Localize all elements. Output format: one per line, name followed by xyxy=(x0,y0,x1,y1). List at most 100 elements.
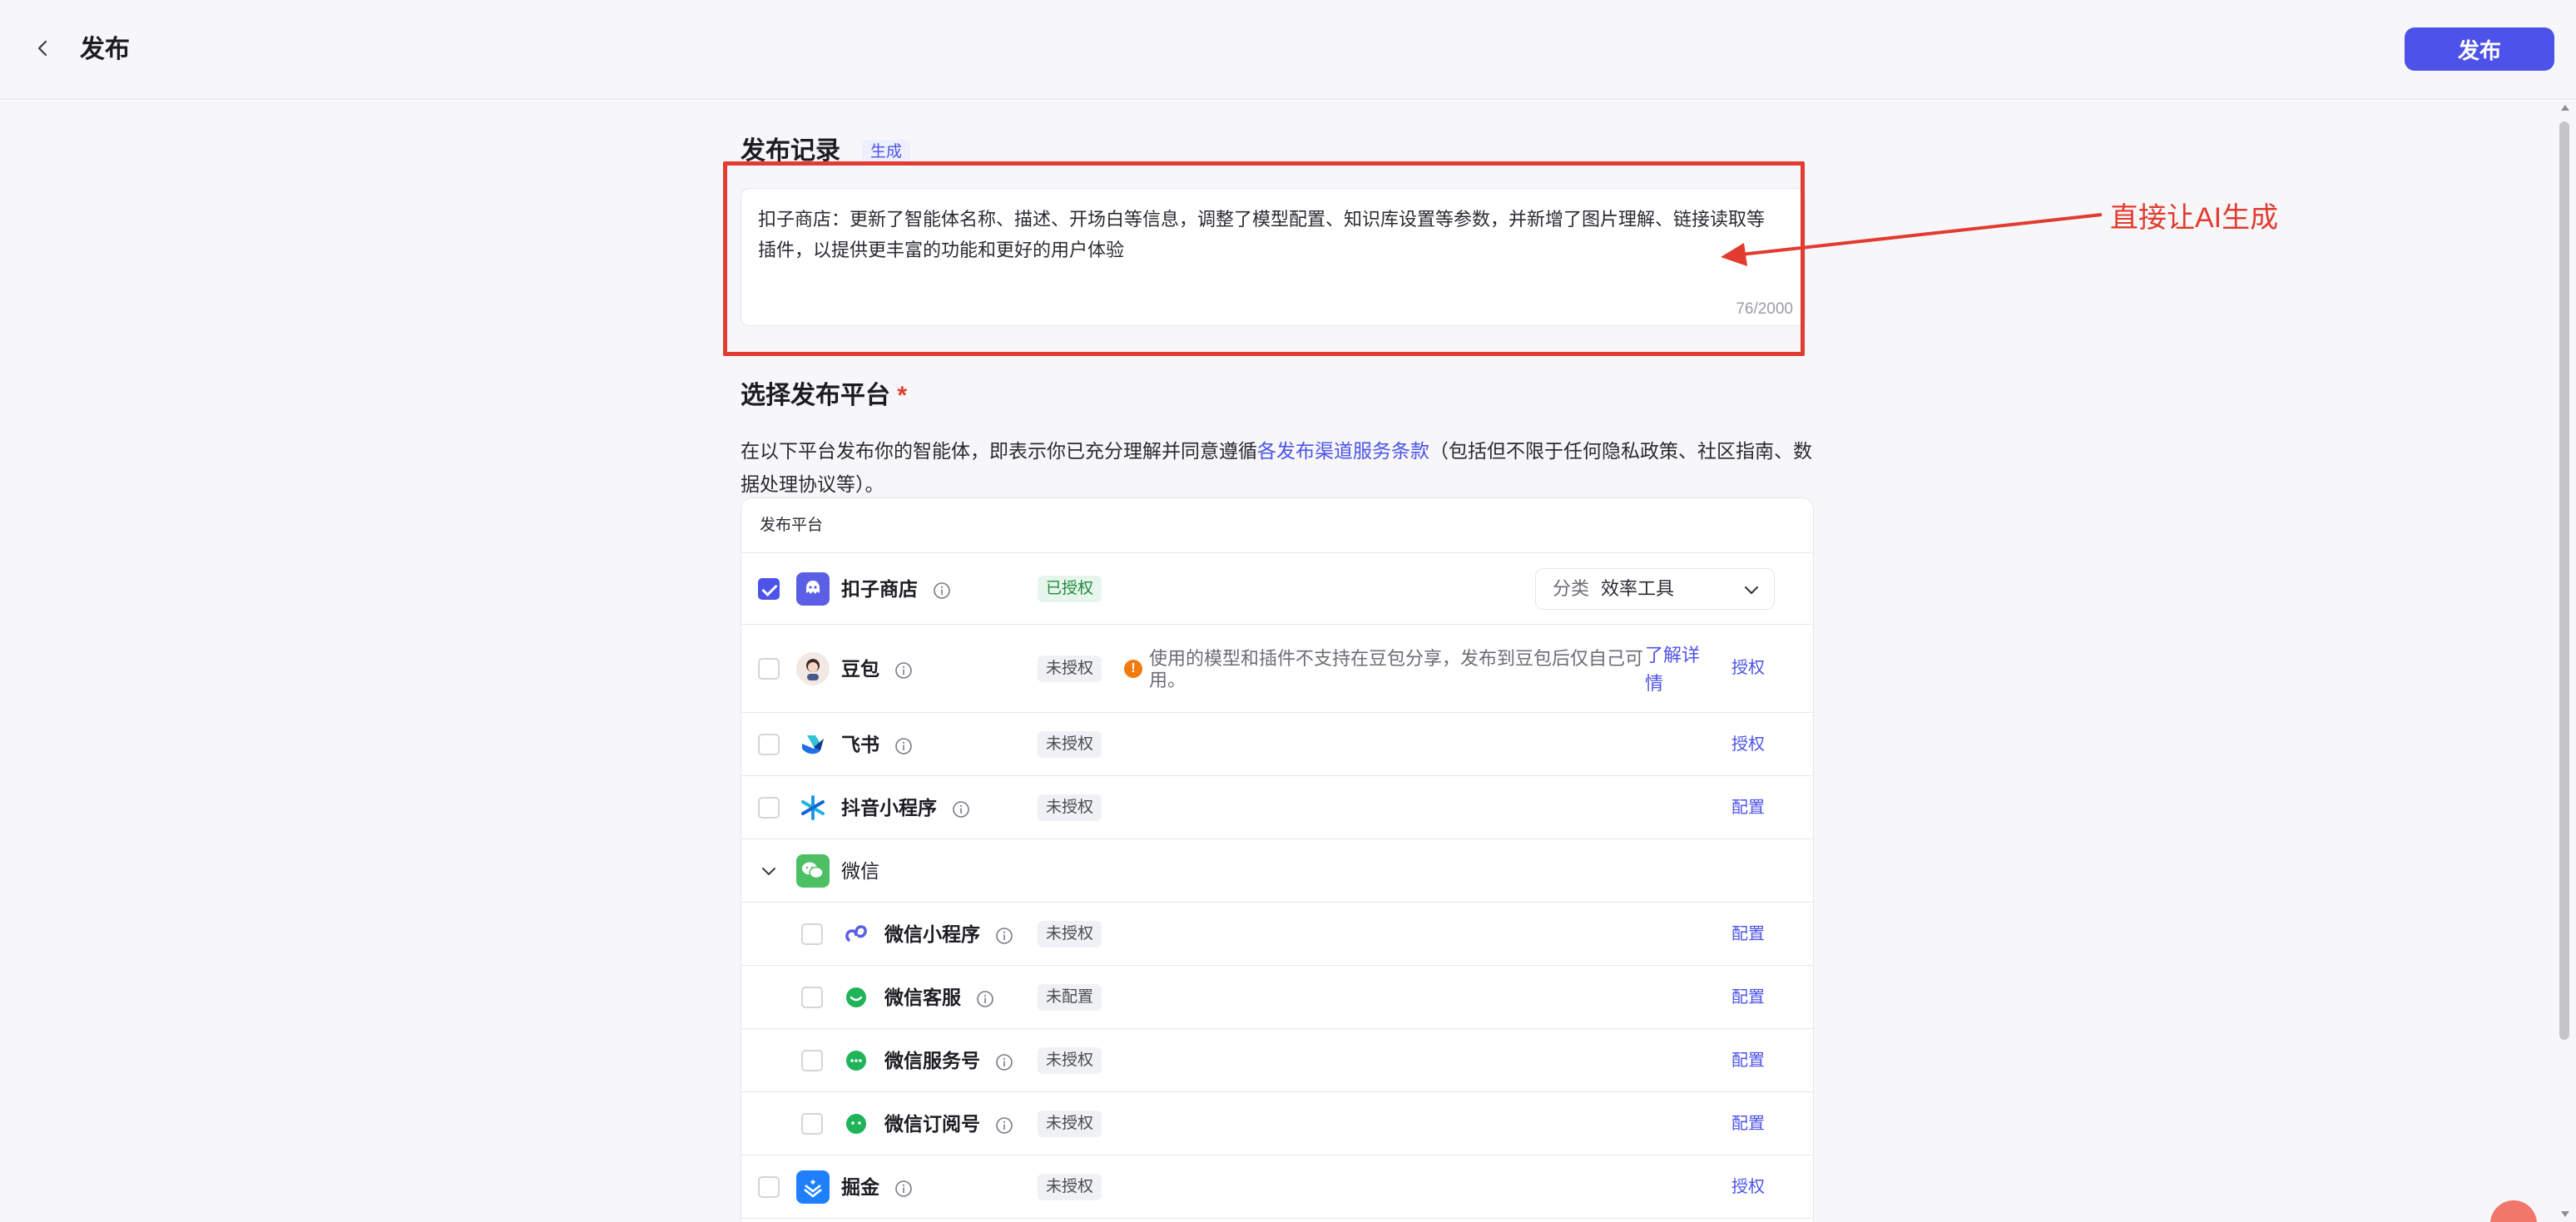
status-badge: 未授权 xyxy=(1038,731,1102,758)
wechat-service-icon xyxy=(840,981,873,1014)
assistant-avatar[interactable] xyxy=(2490,1200,2537,1222)
platform-name-text: 微信小程序 xyxy=(884,923,980,945)
info-icon[interactable] xyxy=(976,990,994,1008)
status-badge: 已授权 xyxy=(1038,576,1102,602)
platform-row-wechat-miniapp: 微信小程序 未授权 配置 xyxy=(741,903,1813,966)
chevron-down-icon[interactable] xyxy=(760,862,778,880)
platform-name: 抖音小程序 xyxy=(841,791,970,824)
wechat-subscription-icon xyxy=(840,1107,873,1140)
char-counter: 76/2000 xyxy=(1736,300,1793,318)
platform-row-wechat-service-account: 微信服务号 未授权 配置 xyxy=(741,1029,1813,1092)
wechat-service-account-icon xyxy=(840,1044,873,1077)
publish-button[interactable]: 发布 xyxy=(2405,27,2554,71)
authorize-button[interactable]: 授权 xyxy=(1731,732,1765,757)
category-select[interactable]: 分类 效率工具 xyxy=(1535,568,1775,610)
wechat-miniapp-icon xyxy=(840,918,873,951)
table-header: 发布平台 xyxy=(741,498,1813,553)
checkbox-douyin-miniapp[interactable] xyxy=(758,797,780,819)
status-badge: 未授权 xyxy=(1038,1174,1102,1200)
platform-row-feishu: 飞书 未授权 授权 xyxy=(741,713,1813,776)
configure-button[interactable]: 配置 xyxy=(1731,795,1765,820)
scroll-down-icon[interactable] xyxy=(2560,1210,2570,1219)
chevron-left-icon xyxy=(37,40,47,57)
platform-row-wechat-subscription: 微信订阅号 未授权 配置 xyxy=(741,1092,1813,1155)
info-icon[interactable] xyxy=(995,1053,1013,1071)
configure-button[interactable]: 配置 xyxy=(1731,1111,1765,1136)
platform-title-text: 选择发布平台 xyxy=(741,382,890,409)
platform-name-text: 微信服务号 xyxy=(884,1050,980,1071)
category-label: 分类 xyxy=(1553,578,1590,599)
info-icon[interactable] xyxy=(894,737,913,755)
required-mark: * xyxy=(897,382,908,409)
doubao-icon xyxy=(796,652,830,685)
status-badge: 未授权 xyxy=(1038,794,1102,821)
coze-store-icon xyxy=(796,572,830,606)
chevron-down-icon xyxy=(1744,586,1759,595)
main-content: 发布记录 生成 扣子商店：更新了智能体名称、描述、开场白等信息，调整了模型配置、… xyxy=(723,100,1814,1222)
generate-button[interactable]: 生成 xyxy=(862,140,911,165)
wechat-icon xyxy=(796,854,830,888)
page-title: 发布 xyxy=(80,36,130,63)
info-icon[interactable] xyxy=(952,800,970,819)
configure-button[interactable]: 配置 xyxy=(1731,985,1765,1010)
info-icon[interactable] xyxy=(894,1180,913,1198)
scroll-up-icon[interactable] xyxy=(2560,103,2570,111)
checkbox-wechat-service-account[interactable] xyxy=(801,1050,823,1071)
status-badge: 未授权 xyxy=(1038,1111,1102,1137)
status-badge: 未配置 xyxy=(1038,984,1102,1011)
platform-name: 微信订阅号 xyxy=(884,1107,1013,1140)
configure-button[interactable]: 配置 xyxy=(1731,922,1765,947)
back-button[interactable] xyxy=(25,30,62,67)
record-textarea[interactable]: 扣子商店：更新了智能体名称、描述、开场白等信息，调整了模型配置、知识库设置等参数… xyxy=(741,188,1806,326)
checkbox-doubao[interactable] xyxy=(758,658,780,680)
authorize-button[interactable]: 授权 xyxy=(1731,1175,1765,1200)
platform-name-text: 掘金 xyxy=(841,1176,879,1198)
category-value: 效率工具 xyxy=(1601,578,1675,599)
info-icon[interactable] xyxy=(933,581,951,600)
platform-row-doubao: 豆包 未授权 ! 使用的模型和插件不支持在豆包分享，发布到豆包后仅自己可用。 了… xyxy=(741,625,1813,713)
status-badge: 未授权 xyxy=(1038,921,1102,947)
top-bar: 发布 发布 xyxy=(0,0,2576,100)
platform-title: 选择发布平台 * xyxy=(741,379,907,413)
platform-name-text: 抖音小程序 xyxy=(841,797,937,819)
platform-name-text: 飞书 xyxy=(841,734,879,755)
scrollbar-thumb[interactable] xyxy=(2559,121,2569,1040)
notice-text: 在以下平台发布你的智能体，即表示你已充分理解并同意遵循 xyxy=(741,440,1257,462)
checkbox-wechat-miniapp[interactable] xyxy=(801,923,823,945)
warning-icon: ! xyxy=(1124,660,1142,678)
platform-name-text: 微信 xyxy=(841,860,879,882)
checkbox-wechat-subscription[interactable] xyxy=(801,1113,823,1135)
checkbox-juejin[interactable] xyxy=(758,1176,780,1198)
platform-row-wechat-service: 微信客服 未配置 配置 xyxy=(741,966,1813,1029)
platform-name: 掘金 xyxy=(841,1170,913,1204)
info-icon[interactable] xyxy=(995,1116,1013,1135)
platform-name-text: 微信订阅号 xyxy=(884,1113,980,1135)
platform-name: 微信小程序 xyxy=(884,918,1013,951)
douyin-miniapp-icon xyxy=(796,791,830,824)
terms-link[interactable]: 各发布渠道服务条款 xyxy=(1257,440,1429,462)
scrollbar[interactable] xyxy=(2554,100,2576,1222)
platform-name: 豆包 xyxy=(841,652,913,685)
platform-name: 微信 xyxy=(841,854,879,888)
checkbox-feishu[interactable] xyxy=(758,734,780,755)
platform-group-wechat[interactable]: 微信 xyxy=(741,839,1813,903)
platform-name: 微信服务号 xyxy=(884,1044,1013,1077)
record-text: 扣子商店：更新了智能体名称、描述、开场白等信息，调整了模型配置、知识库设置等参数… xyxy=(758,209,1766,260)
record-title: 发布记录 xyxy=(741,137,840,165)
info-icon[interactable] xyxy=(894,661,913,680)
platform-name-text: 微信客服 xyxy=(884,987,961,1008)
checkbox-wechat-service[interactable] xyxy=(801,987,823,1008)
authorize-button[interactable]: 授权 xyxy=(1731,656,1765,680)
platform-name-text: 豆包 xyxy=(841,658,879,680)
configure-button[interactable]: 配置 xyxy=(1731,1048,1765,1073)
feishu-icon xyxy=(796,728,830,761)
annotation-text: 直接让AI生成 xyxy=(2110,202,2279,234)
checkbox-coze-store[interactable] xyxy=(758,578,780,600)
status-badge: 未授权 xyxy=(1038,656,1102,682)
platform-row-coze-store: 扣子商店 已授权 分类 效率工具 xyxy=(741,553,1813,625)
info-icon[interactable] xyxy=(995,927,1013,945)
platform-row-douyin-miniapp: 抖音小程序 未授权 配置 xyxy=(741,776,1813,839)
platform-name: 扣子商店 xyxy=(841,572,951,606)
learn-more-link[interactable]: 了解详情 xyxy=(1645,641,1712,698)
platform-table: 发布平台 扣子商店 已授权 分类 效率工具 豆包 未授权 ! 使用的模型和插件不… xyxy=(741,497,1814,1222)
